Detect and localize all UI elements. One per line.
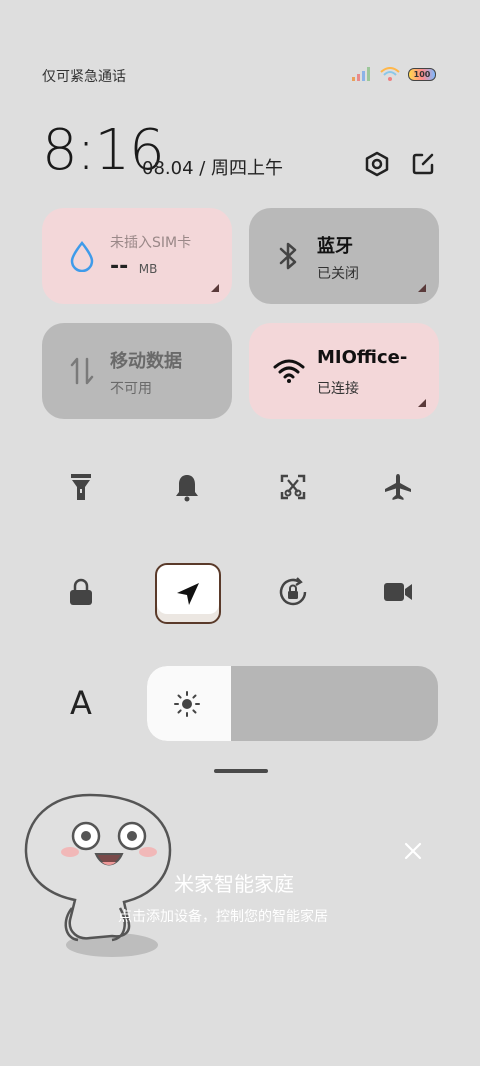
expand-corner-icon	[418, 399, 426, 407]
expand-corner-icon	[418, 284, 426, 292]
settings-button[interactable]	[361, 148, 393, 180]
mobile-data-icon	[66, 355, 98, 387]
screenshot-icon	[280, 474, 306, 500]
mobile-data-title: 移动数据	[110, 351, 182, 372]
data-usage-unit: MB	[138, 262, 158, 276]
bluetooth-tile[interactable]: 蓝牙 已关闭	[249, 208, 439, 304]
bluetooth-icon	[273, 240, 305, 272]
data-usage-value: --	[110, 254, 129, 279]
mijia-subtitle[interactable]: 点击添加设备，控制您的智能家居	[118, 906, 328, 926]
data-usage-value-row: -- MB	[110, 254, 157, 279]
mobile-data-tile[interactable]: 移动数据 不可用	[42, 323, 232, 419]
mijia-title: 米家智能家庭	[174, 872, 294, 896]
data-usage-tile[interactable]: 未插入SIM卡 -- MB	[42, 208, 232, 304]
sun-icon	[174, 691, 200, 717]
expand-corner-icon	[211, 284, 219, 292]
rotation-lock-toggle[interactable]	[261, 560, 325, 624]
mobile-data-status: 不可用	[110, 381, 152, 397]
edit-button[interactable]	[407, 148, 439, 180]
wifi-tile[interactable]: MIOffice- 已连接	[249, 323, 439, 419]
location-toggle[interactable]	[155, 563, 221, 624]
airplane-mode-toggle[interactable]	[366, 455, 430, 519]
wifi-status: 已连接	[317, 381, 359, 397]
signal-icon	[352, 67, 370, 81]
status-icons: 100	[352, 67, 436, 81]
carrier-status-text: 仅可紧急通话	[42, 69, 126, 85]
brightness-slider[interactable]	[147, 666, 438, 741]
bluetooth-status: 已关闭	[317, 266, 359, 282]
silent-toggle[interactable]	[155, 455, 219, 519]
close-icon[interactable]	[402, 840, 424, 862]
location-icon	[177, 582, 199, 605]
auto-brightness-label: A	[70, 684, 92, 722]
lock-screen-toggle[interactable]	[49, 560, 113, 624]
flashlight-icon	[71, 474, 91, 500]
bell-icon	[176, 475, 198, 502]
rotation-lock-icon	[279, 577, 307, 606]
battery-indicator: 100	[408, 67, 436, 81]
mascot-illustration	[24, 793, 172, 957]
panel-drag-handle[interactable]	[214, 769, 268, 773]
data-usage-title: 未插入SIM卡	[110, 235, 192, 251]
video-toggle[interactable]	[366, 560, 430, 624]
screenshot-toggle[interactable]	[261, 455, 325, 519]
flashlight-toggle[interactable]	[49, 455, 113, 519]
bluetooth-title: 蓝牙	[317, 236, 353, 257]
gear-icon	[365, 151, 389, 177]
lock-icon	[70, 578, 92, 605]
battery-level: 100	[413, 69, 431, 79]
wifi-network-name: MIOffice-	[317, 347, 408, 368]
edit-icon	[412, 153, 434, 175]
video-camera-icon	[384, 583, 412, 601]
auto-brightness-toggle[interactable]: A	[49, 671, 113, 735]
date-text: 08.04 / 周四上午	[142, 158, 284, 179]
airplane-icon	[385, 474, 411, 500]
wifi-icon	[273, 355, 305, 387]
wifi-icon	[380, 67, 400, 81]
water-drop-icon	[66, 240, 98, 272]
